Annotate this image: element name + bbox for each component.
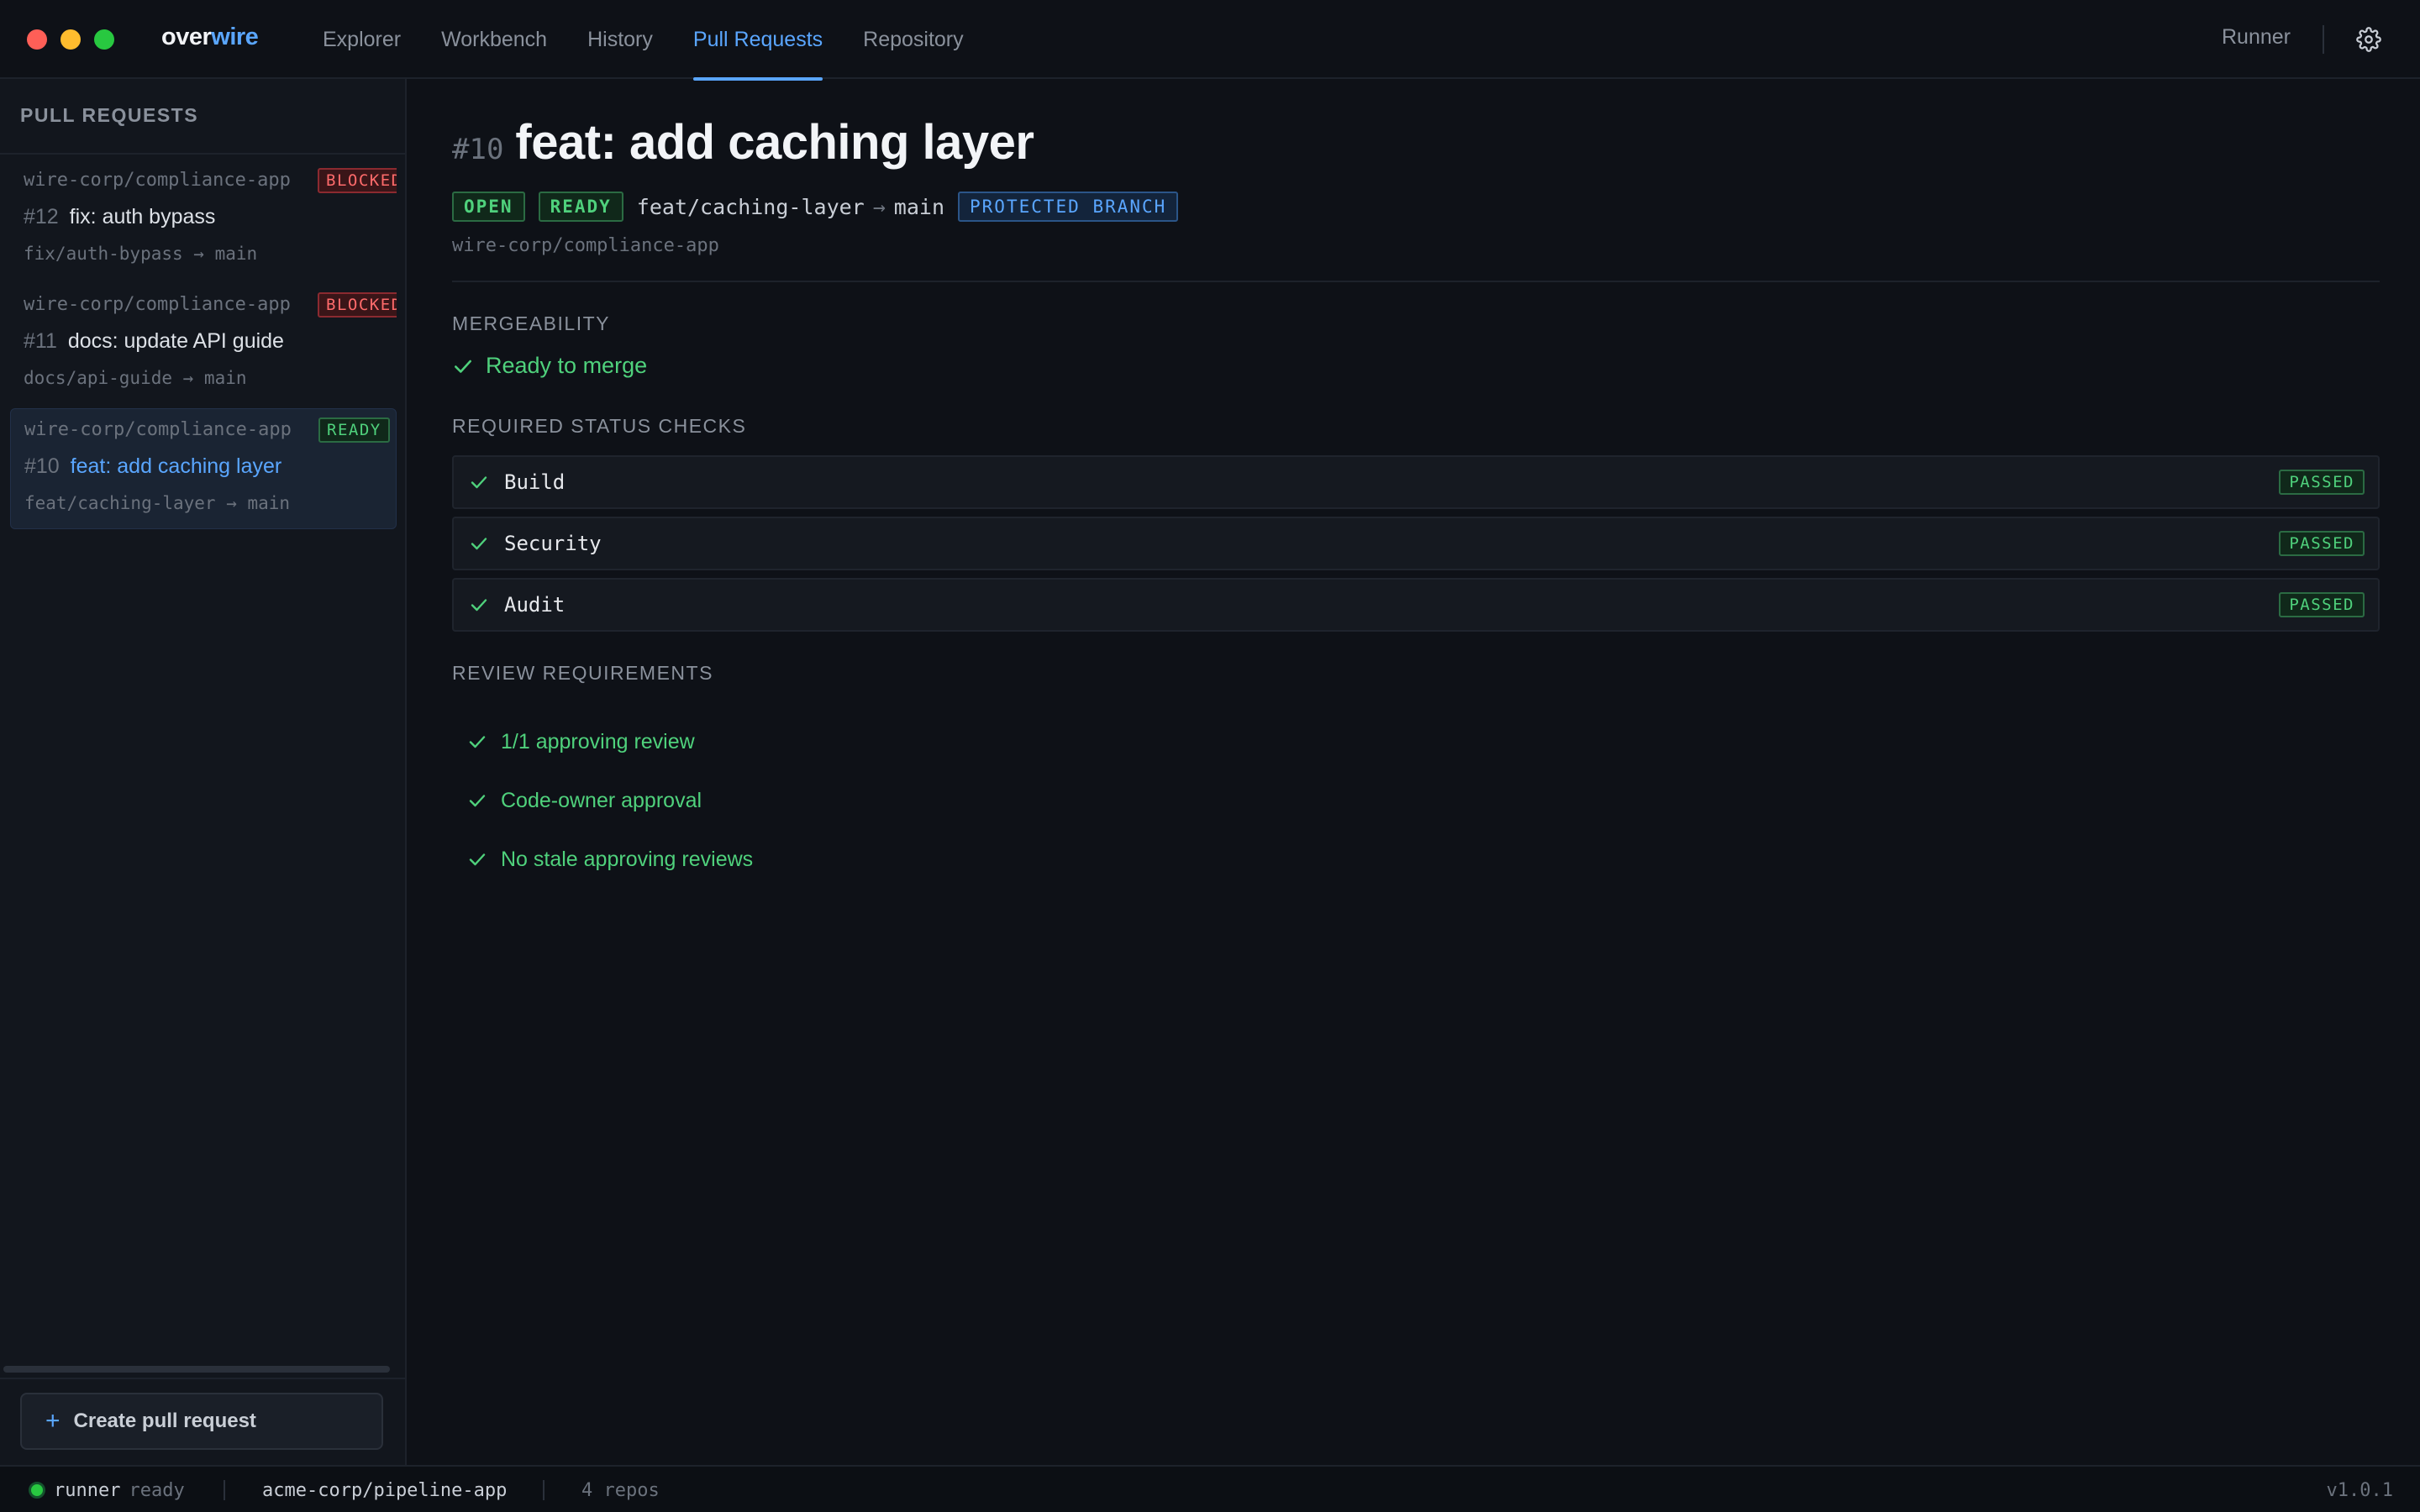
check-name: Build [504,470,566,494]
pull-request-detail: #10 feat: add caching layer OPEN READY fe… [408,79,2420,1465]
review-requirement-text: Code-owner approval [501,788,702,812]
runner-status-dot-icon [29,1482,45,1499]
open-status-badge: OPEN [452,192,525,222]
runner-link[interactable]: Runner [2222,25,2291,50]
pr-title: feat: add caching layer [515,115,1034,170]
check-icon [469,736,486,748]
nav-pull-requests[interactable]: Pull Requests [673,0,843,81]
divider [224,1480,225,1500]
active-repo[interactable]: acme-corp/pipeline-app [262,1480,507,1501]
runner-name: runner [54,1480,121,1501]
create-pull-request-button[interactable]: + Create pull request [20,1393,383,1450]
main-nav: Explorer Workbench History Pull Requests… [302,0,984,81]
pr-repo: wire-corp/compliance-app [24,294,291,315]
minimize-window-button[interactable] [60,29,81,50]
passed-badge: PASSED [2279,531,2365,556]
divider [0,1378,407,1379]
check-icon [471,476,487,489]
pr-title-row: #11 docs: update API guide [24,329,284,354]
pr-title-row: #10 feat: add caching layer [24,454,281,479]
horizontal-scrollbar[interactable] [3,1366,390,1373]
status-bar: runner ready acme-corp/pipeline-app 4 rep… [0,1465,2420,1512]
pr-meta-row: OPEN READY feat/caching-layer → main PROTE… [452,192,1192,222]
pr-title: docs: update API guide [67,329,284,353]
runner-state: ready [129,1480,185,1501]
pr-repo: wire-corp/compliance-app [24,170,291,191]
nav-explorer[interactable]: Explorer [302,0,421,79]
merge-status-text: Ready to merge [486,353,648,378]
status-check-security[interactable]: Security PASSED [452,517,2380,570]
close-window-button[interactable] [27,29,47,50]
sidebar-title: PULL REQUESTS [20,104,199,126]
status-check-build[interactable]: Build PASSED [452,455,2380,509]
pull-request-item-11[interactable]: wire-corp/compliance-app BLOCKED #11 doc… [10,284,397,405]
check-name: Audit [504,593,566,617]
blocked-badge: BLOCKED [318,168,397,193]
arrow-right-icon: → [872,194,886,219]
passed-badge: PASSED [2279,592,2365,617]
pr-title: feat: add caching layer [70,454,282,478]
pr-branch: docs/api-guide → main [24,368,247,388]
target-branch: main [893,194,945,219]
check-icon [471,538,487,550]
check-icon [471,599,487,612]
maximize-window-button[interactable] [94,29,114,50]
plus-icon: + [45,1407,60,1435]
pr-title: fix: auth bypass [69,205,216,228]
gear-icon[interactable] [2356,27,2381,52]
blocked-badge: BLOCKED [318,292,397,318]
divider [0,153,407,155]
review-requirement-text: 1/1 approving review [501,729,695,753]
pr-repo: wire-corp/compliance-app [452,235,719,256]
create-pull-request-label: Create pull request [73,1410,256,1432]
ready-status-badge: READY [538,192,623,222]
source-branch: feat/caching-layer [636,194,865,219]
pr-number: #12 [24,205,59,228]
pr-number: #10 [452,133,504,166]
check-icon [455,360,471,373]
nav-repository[interactable]: Repository [843,0,984,79]
version-label: v1.0.1 [2326,1480,2393,1501]
review-requirement-list: 1/1 approving review Code-owner approval… [467,712,753,889]
pull-request-list: wire-corp/compliance-app BLOCKED #12 fix… [10,160,397,533]
nav-workbench[interactable]: Workbench [421,0,567,79]
pr-branch: fix/auth-bypass → main [24,244,258,264]
status-checks-heading: REQUIRED STATUS CHECKS [452,415,747,437]
check-icon [469,853,486,866]
page-title: #10 feat: add caching layer [452,114,1034,171]
review-requirement-text: No stale approving reviews [501,847,754,871]
review-requirements-heading: REVIEW REQUIREMENTS [452,662,713,684]
check-name: Security [504,532,602,555]
pr-branch: feat/caching-layer → main [24,493,291,513]
divider [2323,25,2324,54]
divider [452,281,2380,282]
branch-pair: feat/caching-layer → main [637,195,944,219]
passed-badge: PASSED [2279,470,2365,495]
ready-badge: READY [318,417,390,443]
merge-status: Ready to merge [452,353,647,379]
title-bar: overwire Explorer Workbench History Pull… [0,0,2420,81]
divider [543,1480,544,1500]
app-logo: overwire [161,24,259,51]
pull-request-sidebar: PULL REQUESTS wire-corp/compliance-app B… [0,79,407,1465]
mergeability-heading: MERGEABILITY [452,312,610,334]
brand-part-1: over [161,24,212,50]
review-requirement: No stale approving reviews [467,830,753,889]
pull-request-item-10[interactable]: wire-corp/compliance-app READY #10 feat:… [10,408,397,529]
status-check-list: Build PASSED Security PASSED Audit PASSE… [452,455,2380,639]
review-requirement: 1/1 approving review [467,712,753,771]
repo-count: 4 repos [581,1480,660,1501]
nav-history[interactable]: History [567,0,673,79]
check-icon [469,795,486,807]
pr-number: #11 [24,329,57,353]
review-requirement: Code-owner approval [467,771,753,830]
pr-title-row: #12 fix: auth bypass [24,205,215,229]
protected-branch-badge: PROTECTED BRANCH [958,192,1179,222]
pr-number: #10 [24,454,60,478]
brand-part-2: wire [211,24,259,50]
pr-repo: wire-corp/compliance-app [24,419,292,440]
runner-status[interactable]: runner ready [54,1480,185,1501]
status-check-audit[interactable]: Audit PASSED [452,578,2380,632]
pull-request-item-12[interactable]: wire-corp/compliance-app BLOCKED #12 fix… [10,160,397,281]
